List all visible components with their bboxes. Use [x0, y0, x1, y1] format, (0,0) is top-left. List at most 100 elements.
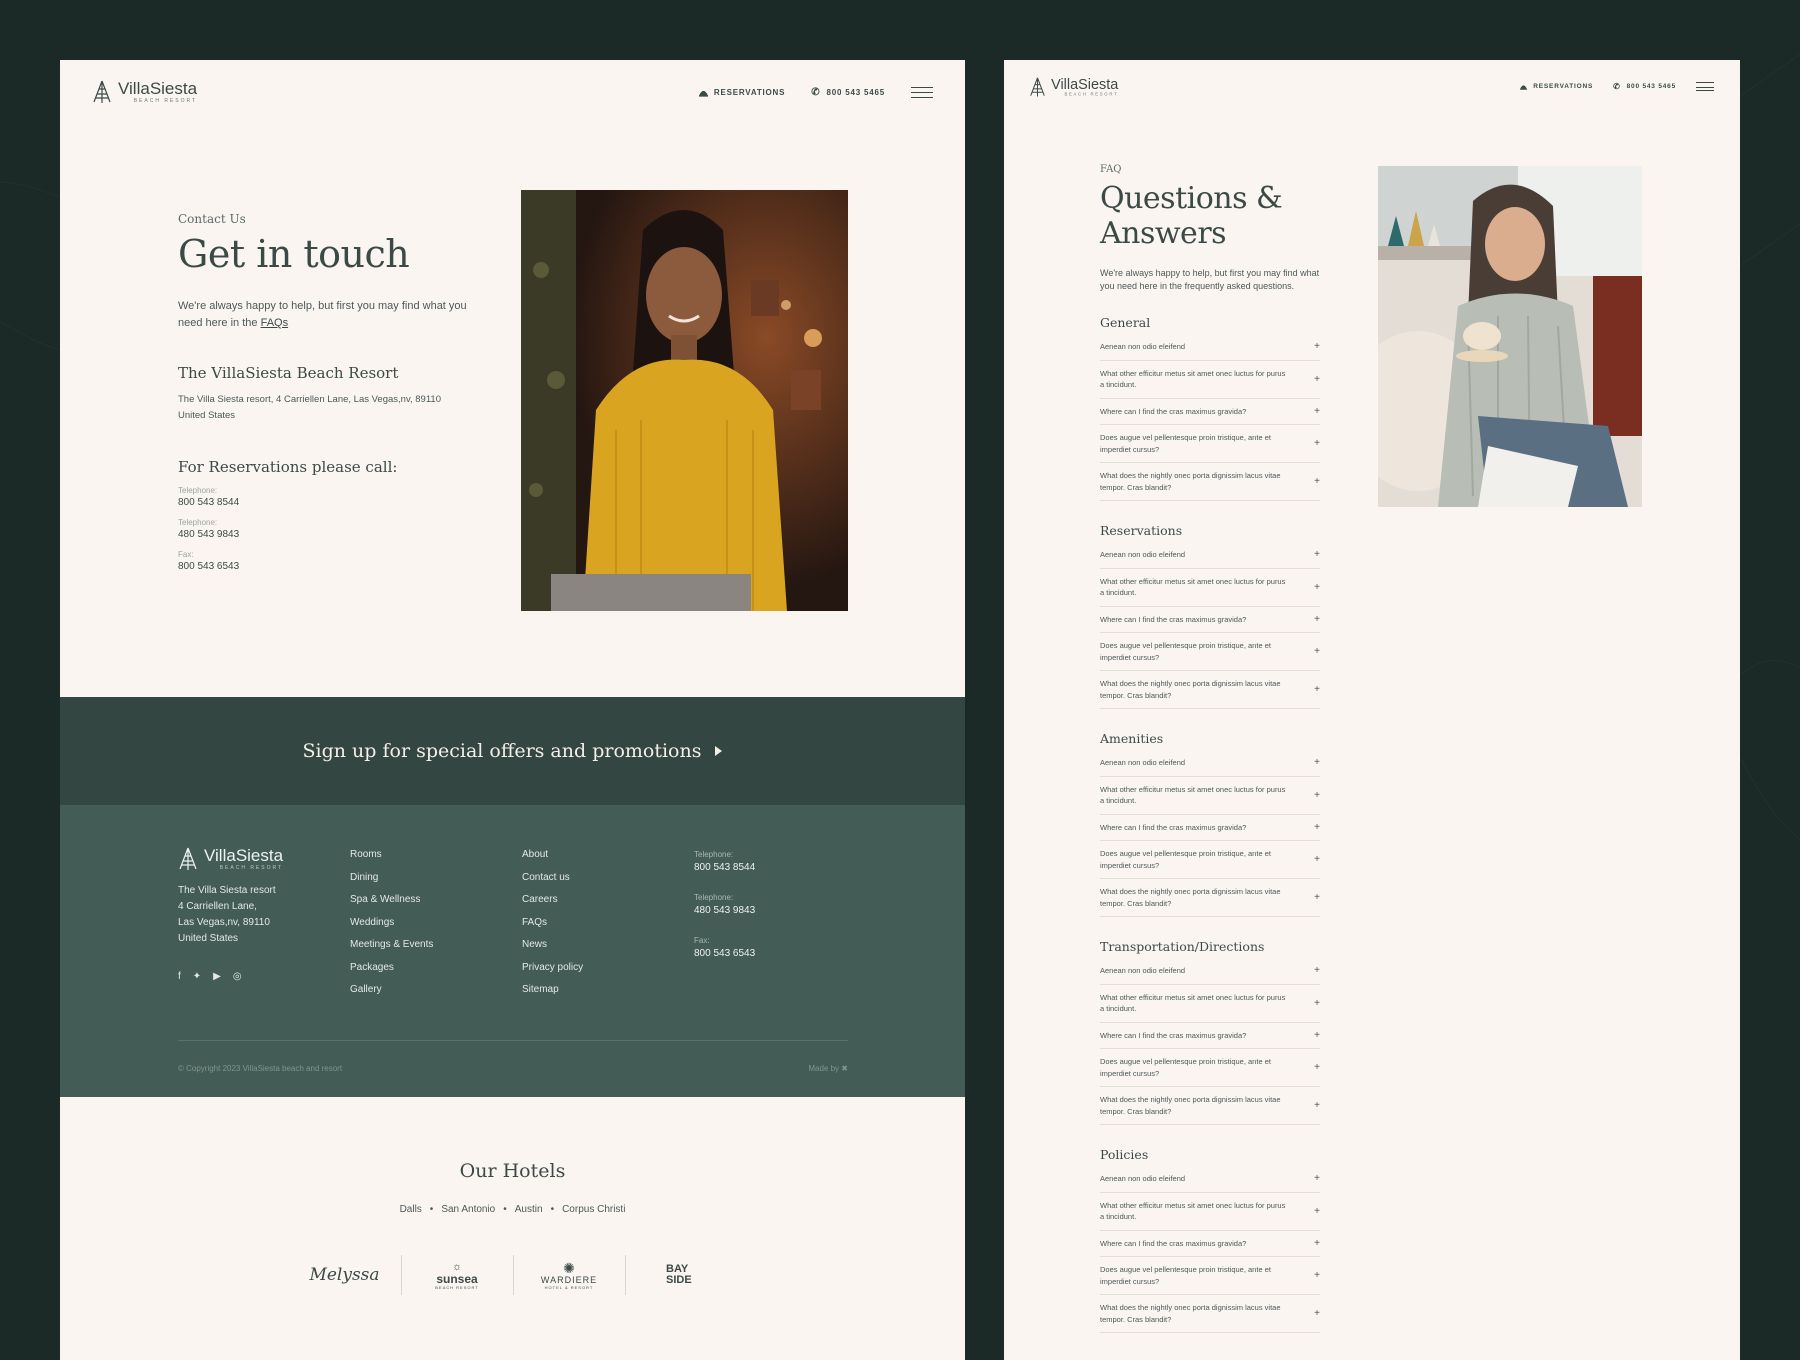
- faq-question-row[interactable]: Does augue vel pellentesque proin tristi…: [1100, 1257, 1320, 1295]
- made-by[interactable]: Made by ✖: [808, 1064, 848, 1073]
- youtube-icon[interactable]: ▶: [213, 971, 221, 982]
- faq-question-row[interactable]: Aenean non odio eleifend +: [1100, 958, 1320, 985]
- faq-question-row[interactable]: Where can I find the cras maximus gravid…: [1100, 815, 1320, 841]
- footer-link-packages[interactable]: Packages: [350, 962, 433, 985]
- top-nav: RESERVATIONS ✆ 800 543 5465: [698, 87, 933, 98]
- faq-question-row[interactable]: What other efficitur metus sit amet onec…: [1100, 985, 1320, 1023]
- plus-icon[interactable]: +: [1314, 646, 1320, 657]
- facebook-icon[interactable]: f: [178, 971, 181, 982]
- faq-question-row[interactable]: What does the nightly onec porta digniss…: [1100, 463, 1320, 501]
- brand-logo-melyssa[interactable]: Melyssa: [289, 1255, 401, 1295]
- reservations-link[interactable]: RESERVATIONS: [698, 88, 785, 97]
- footer-phone-label: Telephone:: [694, 893, 734, 902]
- city-link[interactable]: Austin: [515, 1204, 543, 1215]
- plus-icon[interactable]: +: [1314, 757, 1320, 768]
- twitter-icon[interactable]: ✦: [193, 971, 201, 982]
- faq-question-row[interactable]: Does augue vel pellentesque proin tristi…: [1100, 425, 1320, 463]
- plus-icon[interactable]: +: [1314, 965, 1320, 976]
- footer-link-meetings[interactable]: Meetings & Events: [350, 939, 433, 962]
- footer-link-spa[interactable]: Spa & Wellness: [350, 894, 433, 917]
- phone-link[interactable]: ✆ 800 543 5465: [811, 87, 885, 98]
- menu-icon[interactable]: [911, 87, 933, 98]
- footer-link-contact[interactable]: Contact us: [522, 872, 583, 895]
- plus-icon[interactable]: +: [1314, 1173, 1320, 1184]
- plus-icon[interactable]: +: [1314, 549, 1320, 560]
- newsletter-signup-banner[interactable]: Sign up for special offers and promotion…: [60, 697, 965, 805]
- plus-icon[interactable]: +: [1314, 582, 1320, 593]
- tree-logo-icon: [179, 847, 197, 870]
- faq-question-row[interactable]: Does augue vel pellentesque proin tristi…: [1100, 1049, 1320, 1087]
- plus-icon[interactable]: +: [1314, 684, 1320, 695]
- footer-link-news[interactable]: News: [522, 939, 583, 962]
- plus-icon[interactable]: +: [1314, 374, 1320, 385]
- faq-question-row[interactable]: What other efficitur metus sit amet onec…: [1100, 361, 1320, 399]
- footer-link-privacy[interactable]: Privacy policy: [522, 962, 583, 985]
- instagram-icon[interactable]: ◎: [233, 971, 242, 982]
- footer-logo[interactable]: VillaSiesta BEACH RESORT: [178, 847, 283, 871]
- city-link[interactable]: Corpus Christi: [562, 1204, 625, 1215]
- plus-icon[interactable]: +: [1314, 406, 1320, 417]
- plus-icon[interactable]: +: [1314, 438, 1320, 449]
- plus-icon[interactable]: +: [1314, 892, 1320, 903]
- plus-icon[interactable]: +: [1314, 822, 1320, 833]
- footer-link-rooms[interactable]: Rooms: [350, 849, 433, 872]
- faq-question-row[interactable]: Where can I find the cras maximus gravid…: [1100, 1231, 1320, 1257]
- faq-question-row[interactable]: Aenean non odio eleifend +: [1100, 750, 1320, 777]
- faq-question-row[interactable]: Does augue vel pellentesque proin tristi…: [1100, 841, 1320, 879]
- footer-link-about[interactable]: About: [522, 849, 583, 872]
- faq-question-row[interactable]: Does augue vel pellentesque proin tristi…: [1100, 633, 1320, 671]
- faq-question-row[interactable]: Aenean non odio eleifend +: [1100, 1166, 1320, 1193]
- faq-question-row[interactable]: What other efficitur metus sit amet onec…: [1100, 1193, 1320, 1231]
- footer-link-dining[interactable]: Dining: [350, 872, 433, 895]
- phone-link[interactable]: ✆ 800 543 5465: [1613, 82, 1676, 91]
- contact-intro-text: We're always happy to help, but first yo…: [178, 300, 467, 329]
- plus-icon[interactable]: +: [1314, 341, 1320, 352]
- city-link[interactable]: Dalls: [400, 1204, 422, 1215]
- plus-icon[interactable]: +: [1314, 854, 1320, 865]
- footer-link-careers[interactable]: Careers: [522, 894, 583, 917]
- plus-icon[interactable]: +: [1314, 1206, 1320, 1217]
- plus-icon[interactable]: +: [1314, 614, 1320, 625]
- faq-question-row[interactable]: What other efficitur metus sit amet onec…: [1100, 777, 1320, 815]
- faqs-link[interactable]: FAQs: [261, 317, 289, 329]
- plus-icon[interactable]: +: [1314, 1308, 1320, 1319]
- brand-logo-bayside[interactable]: BAY SIDE: [624, 1255, 737, 1295]
- faq-section-title: Policies: [1100, 1147, 1149, 1162]
- brand-logo-wardiere[interactable]: ✺ WARDIERE HOTEL & RESORT: [512, 1255, 625, 1295]
- faq-question-row[interactable]: What other efficitur metus sit amet onec…: [1100, 569, 1320, 607]
- faq-question-row[interactable]: What does the nightly onec porta digniss…: [1100, 1087, 1320, 1125]
- reservations-link[interactable]: RESERVATIONS: [1520, 83, 1593, 90]
- logo[interactable]: VillaSiesta BEACH RESORT: [1029, 77, 1118, 97]
- brand-logo-sunsea[interactable]: ☼ sunsea BEACH RESORT: [400, 1255, 513, 1295]
- faq-question-row[interactable]: What does the nightly onec porta digniss…: [1100, 671, 1320, 709]
- plus-icon[interactable]: +: [1314, 1270, 1320, 1281]
- footer-link-gallery[interactable]: Gallery: [350, 984, 433, 1007]
- footer-link-weddings[interactable]: Weddings: [350, 917, 433, 940]
- footer-link-sitemap[interactable]: Sitemap: [522, 984, 583, 1007]
- faq-question-row[interactable]: What does the nightly onec porta digniss…: [1100, 879, 1320, 917]
- faq-question-row[interactable]: Aenean non odio eleifend +: [1100, 542, 1320, 569]
- phone-value[interactable]: 800 543 8544: [178, 497, 468, 508]
- phone-value[interactable]: 480 543 9843: [178, 529, 468, 540]
- plus-icon[interactable]: +: [1314, 1030, 1320, 1041]
- plus-icon[interactable]: +: [1314, 1062, 1320, 1073]
- plus-icon[interactable]: +: [1314, 790, 1320, 801]
- faq-question-row[interactable]: Where can I find the cras maximus gravid…: [1100, 1023, 1320, 1049]
- faq-question-text: Aenean non odio eleifend: [1100, 342, 1186, 351]
- faq-question-row[interactable]: Where can I find the cras maximus gravid…: [1100, 607, 1320, 633]
- faq-question-row[interactable]: Where can I find the cras maximus gravid…: [1100, 399, 1320, 425]
- faq-question-row[interactable]: What does the nightly onec porta digniss…: [1100, 1295, 1320, 1333]
- faq-question-row[interactable]: Aenean non odio eleifend +: [1100, 334, 1320, 361]
- plus-icon[interactable]: +: [1314, 1100, 1320, 1111]
- plus-icon[interactable]: +: [1314, 998, 1320, 1009]
- plus-icon[interactable]: +: [1314, 1238, 1320, 1249]
- footer-phone-value[interactable]: 480 543 9843: [694, 905, 755, 916]
- footer-link-faqs[interactable]: FAQs: [522, 917, 583, 940]
- city-link[interactable]: San Antonio: [441, 1204, 495, 1215]
- footer-phone-value[interactable]: 800 543 8544: [694, 862, 755, 873]
- contact-intro: We're always happy to help, but first yo…: [178, 298, 468, 332]
- menu-icon[interactable]: [1696, 82, 1714, 91]
- plus-icon[interactable]: +: [1314, 476, 1320, 487]
- logo[interactable]: VillaSiesta BEACH RESORT: [92, 80, 197, 104]
- tree-logo-icon: [93, 80, 111, 103]
